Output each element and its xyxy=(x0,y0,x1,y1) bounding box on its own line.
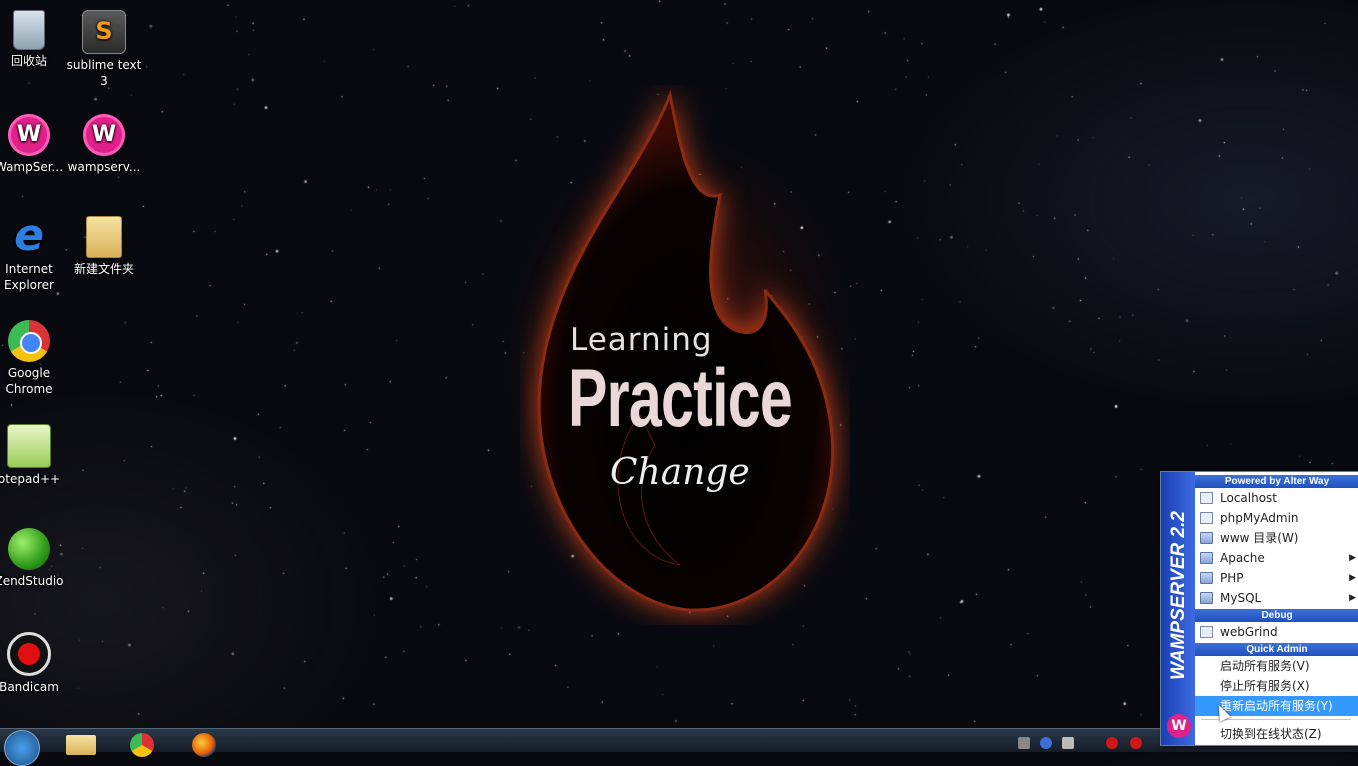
desktop-icon-label: WampSer... xyxy=(0,160,64,174)
internet-explorer-icon: e xyxy=(14,210,44,261)
start-button[interactable] xyxy=(4,730,40,766)
notepadpp-icon xyxy=(7,424,51,468)
record-tray-icon[interactable] xyxy=(1106,737,1118,749)
submenu-arrow-icon: ▶ xyxy=(1349,573,1356,583)
menu-item-www-directory[interactable]: www 目录(W) xyxy=(1195,528,1358,548)
folder-icon xyxy=(1200,572,1213,584)
wampserver-icon: W xyxy=(83,114,125,156)
submenu-arrow-icon: ▶ xyxy=(1349,593,1356,603)
wallpaper-text-change: Change xyxy=(610,452,750,493)
menu-item-label: 停止所有服务(X) xyxy=(1220,679,1310,693)
desktop-icon-label: ZendStudio xyxy=(0,574,64,588)
menu-item-mysql[interactable]: MySQL ▶ xyxy=(1195,588,1358,608)
page-icon xyxy=(1200,512,1213,524)
explorer-icon[interactable] xyxy=(66,735,96,755)
menu-item-go-online[interactable]: 切换到在线状态(Z) xyxy=(1195,724,1358,744)
folder-icon xyxy=(86,216,122,258)
chrome-icon xyxy=(8,320,50,362)
menu-item-label: 切换到在线状态(Z) xyxy=(1220,727,1322,741)
menu-item-php[interactable]: PHP ▶ xyxy=(1195,568,1358,588)
wallpaper-text-practice: Practice xyxy=(568,353,793,444)
folder-icon xyxy=(1200,532,1213,544)
desktop-icon-recycle-bin[interactable]: 回收站 xyxy=(0,6,67,69)
page-icon xyxy=(1200,492,1213,504)
chrome-icon[interactable] xyxy=(130,733,154,757)
desktop-icon-zendstudio[interactable]: ZendStudio xyxy=(0,524,67,589)
desktop-icon-google-chrome[interactable]: Google Chrome xyxy=(0,316,67,397)
menu-item-apache[interactable]: Apache ▶ xyxy=(1195,548,1358,568)
menu-item-label: Apache xyxy=(1220,551,1265,565)
desktop-icon-label: otepad++ xyxy=(0,472,61,486)
record-tray-icon-2[interactable] xyxy=(1130,737,1142,749)
folder-icon xyxy=(1200,592,1213,604)
desktop-icon-label: Internet Explorer xyxy=(4,262,54,292)
recycle-bin-icon xyxy=(13,10,45,50)
wampserver-logo-icon: W xyxy=(1167,714,1191,738)
menu-item-label: 重新启动所有服务(Y) xyxy=(1220,699,1333,713)
menu-item-label: www 目录(W) xyxy=(1220,531,1299,545)
bandicam-icon xyxy=(7,632,51,676)
desktop-icon-label: sublime text 3 xyxy=(66,58,142,88)
keyboard-tray-icon[interactable] xyxy=(1018,737,1030,749)
menu-item-localhost[interactable]: Localhost xyxy=(1195,488,1358,508)
network-tray-icon[interactable] xyxy=(1062,737,1074,749)
wampserver-version-label: WAMPSERVER 2.2 xyxy=(1168,511,1189,680)
desktop-icon-bandicam[interactable]: Bandicam xyxy=(0,628,67,695)
menu-header-powered: Powered by Alter Way xyxy=(1195,475,1358,488)
folder-icon xyxy=(1200,552,1213,564)
help-tray-icon[interactable] xyxy=(1040,737,1052,749)
desktop-icon-new-folder[interactable]: 新建文件夹 xyxy=(66,212,142,277)
desktop-icon-internet-explorer[interactable]: e Internet Explorer xyxy=(0,212,67,293)
menu-item-stop-all-services[interactable]: 停止所有服务(X) xyxy=(1195,676,1358,696)
wampserver-tray-menu: WAMPSERVER 2.2 W Powered by Alter Way Lo… xyxy=(1160,471,1358,746)
menu-item-label: webGrind xyxy=(1220,625,1278,639)
desktop-icon-sublime-text[interactable]: S sublime text 3 xyxy=(66,6,142,89)
menu-item-phpmyadmin[interactable]: phpMyAdmin xyxy=(1195,508,1358,528)
wampserver-icon: W xyxy=(8,114,50,156)
page-icon xyxy=(1200,626,1213,638)
menu-item-start-all-services[interactable]: 启动所有服务(V) xyxy=(1195,656,1358,676)
menu-item-webgrind[interactable]: webGrind xyxy=(1195,622,1358,642)
firefox-icon[interactable] xyxy=(192,733,216,757)
desktop-icon-label: 新建文件夹 xyxy=(73,262,134,276)
submenu-arrow-icon: ▶ xyxy=(1349,553,1356,563)
menu-header-quick-admin: Quick Admin xyxy=(1195,643,1358,656)
desktop-icon-label: Google Chrome xyxy=(5,366,53,396)
menu-item-label: phpMyAdmin xyxy=(1220,511,1299,525)
taskbar xyxy=(0,728,1358,766)
menu-item-label: Localhost xyxy=(1220,491,1278,505)
desktop-icon-wampserver[interactable]: W WampSer... xyxy=(0,110,67,175)
desktop-icon-notepadpp[interactable]: otepad++ xyxy=(0,420,67,487)
desktop-icon-label: 回收站 xyxy=(10,54,47,68)
desktop-icon-wampserver-2[interactable]: W wampserv... xyxy=(66,110,142,175)
zendstudio-icon xyxy=(8,528,50,570)
menu-item-label: 启动所有服务(V) xyxy=(1220,659,1310,673)
menu-item-label: PHP xyxy=(1220,571,1244,585)
desktop-icon-label: wampserv... xyxy=(67,160,141,174)
menu-item-label: MySQL xyxy=(1220,591,1262,605)
desktop-icon-label: Bandicam xyxy=(0,680,59,694)
sublime-text-icon: S xyxy=(82,10,126,54)
wampserver-menu-sidebar: WAMPSERVER 2.2 W xyxy=(1161,472,1195,745)
menu-header-debug: Debug xyxy=(1195,609,1358,622)
